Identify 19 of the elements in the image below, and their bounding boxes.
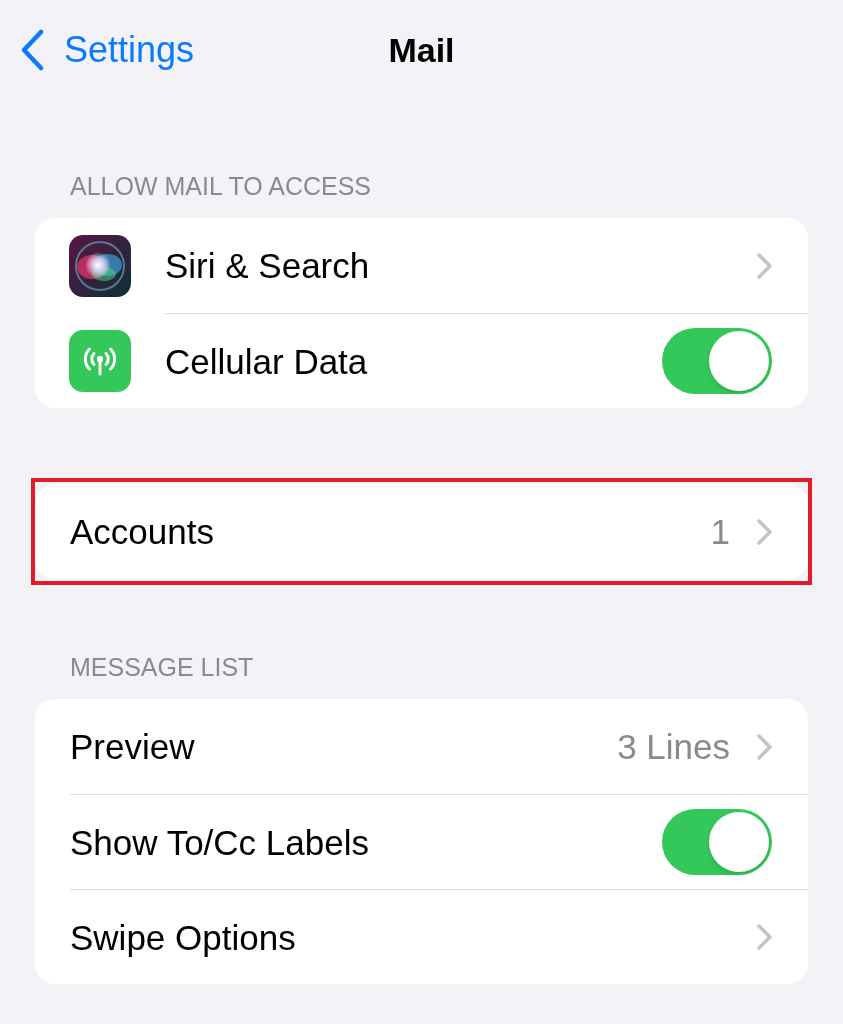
section-header: MESSAGE LIST (70, 652, 254, 682)
row-label[interactable]: Accounts (70, 514, 214, 549)
section-header: ALLOW MAIL TO ACCESS (70, 171, 372, 201)
glowing-orb-icon (69, 234, 131, 297)
chevron-icon (757, 924, 772, 950)
chevron-icon (757, 252, 772, 279)
value-text: 3 Lines (617, 729, 730, 764)
row-label: Cellular Data (165, 343, 368, 379)
chevron-icon (757, 733, 772, 760)
back-button[interactable]: Settings (20, 29, 195, 71)
row-label[interactable]: Swipe Options (70, 919, 296, 955)
back-chevron-icon (20, 29, 44, 71)
antenna-icon (69, 329, 131, 392)
row-label: Show To/Cc Labels (70, 824, 369, 860)
value-text: 1 (710, 514, 730, 549)
row-label[interactable]: Preview (70, 729, 195, 764)
row-label[interactable]: Siri & Search (165, 248, 370, 283)
chevron-icon (757, 518, 772, 545)
screen-title: Mail (388, 33, 455, 67)
